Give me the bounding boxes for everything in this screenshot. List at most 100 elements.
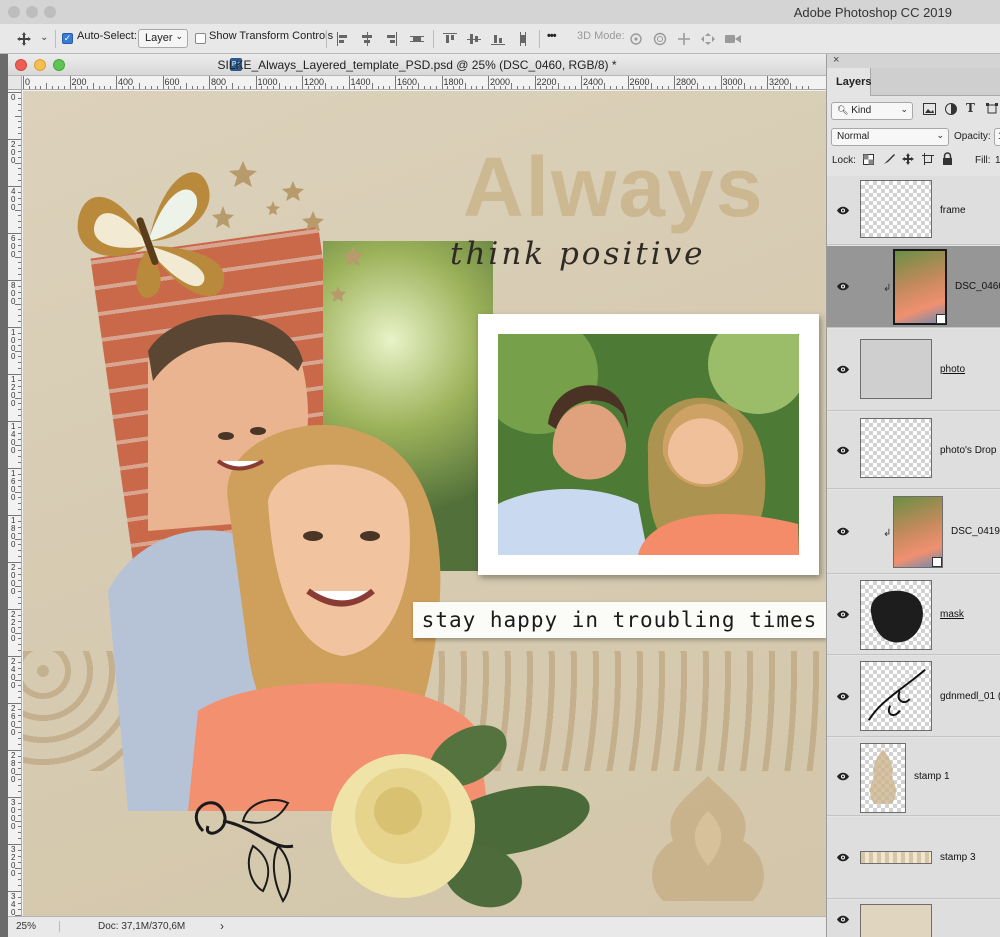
layer-row[interactable]: frame <box>827 176 1000 245</box>
layer-name[interactable]: DSC_0460 <box>955 281 1000 292</box>
layer-filter-kind-dropdown[interactable]: 🔍︎ Kind ⌄ <box>831 102 913 120</box>
layer-thumbnail[interactable] <box>860 339 932 399</box>
visibility-eye-icon[interactable] <box>836 206 850 215</box>
more-options-button[interactable]: ••• <box>547 30 557 42</box>
fill-field[interactable]: 1 <box>995 155 1000 166</box>
ruler-minor-tick <box>18 785 21 787</box>
close-window-button[interactable] <box>8 6 20 18</box>
doc-size-info[interactable]: Doc: 37,1M/370,6M <box>98 921 185 932</box>
visibility-eye-icon[interactable] <box>836 610 850 619</box>
document-tab[interactable]: Ps SILKE_Always_Layered_template_PSD.psd… <box>8 54 826 76</box>
align-right-edges-icon[interactable] <box>384 32 398 46</box>
ruler-minor-tick <box>18 802 21 804</box>
zoom-level[interactable]: 25% <box>16 921 60 932</box>
ruler-origin[interactable] <box>8 76 22 90</box>
visibility-eye-icon[interactable] <box>836 915 850 924</box>
layer-row[interactable]: photo's Drop <box>827 412 1000 489</box>
layer-row[interactable]: ↲ DSC_0419 <box>827 490 1000 574</box>
blend-mode-dropdown[interactable]: Normal ⌄ <box>831 128 949 146</box>
ruler-minor-tick <box>517 86 519 89</box>
visibility-eye-icon[interactable] <box>836 772 850 781</box>
lock-image-pixels-icon[interactable] <box>883 153 895 168</box>
align-vertical-centers-icon[interactable] <box>467 32 481 46</box>
lock-position-icon[interactable] <box>902 153 914 168</box>
layer-name[interactable]: stamp 1 <box>914 771 950 782</box>
ruler-minor-tick <box>18 579 21 581</box>
distribute-icon[interactable] <box>410 32 424 46</box>
status-menu-arrow[interactable]: › <box>220 919 224 933</box>
visibility-eye-icon[interactable] <box>836 692 850 701</box>
caption-strip[interactable]: stay happy in troubling times <box>413 602 826 638</box>
layer-row[interactable]: stamp 1 <box>827 738 1000 816</box>
ruler-minor-tick <box>807 86 809 89</box>
layer-name[interactable]: mask <box>940 609 964 620</box>
layer-row[interactable]: photo <box>827 329 1000 411</box>
auto-select-checkbox[interactable]: ✓ <box>62 33 73 44</box>
layer-thumbnail[interactable] <box>860 661 932 731</box>
pixel-filter-icon[interactable] <box>923 103 936 118</box>
visibility-eye-icon[interactable] <box>836 527 850 536</box>
align-bottom-edges-icon[interactable] <box>491 32 505 46</box>
3d-slide-icon[interactable] <box>700 32 716 51</box>
layer-row[interactable]: mask <box>827 575 1000 655</box>
move-tool-icon[interactable] <box>16 31 32 52</box>
layer-row[interactable]: stamp 3 <box>827 817 1000 899</box>
layer-row[interactable]: gdnmedl_01 (2 <box>827 656 1000 737</box>
align-left-edges-icon[interactable] <box>336 32 350 46</box>
3d-pan-icon[interactable] <box>676 32 692 51</box>
layer-thumbnail[interactable] <box>860 180 932 238</box>
auto-select-target-dropdown[interactable]: Layer ⌄ <box>138 29 188 48</box>
ruler-minor-tick <box>18 203 21 205</box>
adjustment-filter-icon[interactable] <box>945 103 957 118</box>
minimize-window-button[interactable] <box>26 6 38 18</box>
app-title: Adobe Photoshop CC 2019 <box>793 5 952 20</box>
horizontal-ruler[interactable]: 0 200 400 600 800 1000 1200 1400 1600 1800 2000 220… <box>22 76 826 90</box>
tool-preset-chevron-icon[interactable]: ⌄ <box>40 32 48 43</box>
kind-label: Kind <box>851 105 872 116</box>
visibility-eye-icon[interactable] <box>836 365 850 374</box>
layer-name[interactable]: frame <box>940 205 966 216</box>
align-horizontal-centers-icon[interactable] <box>360 32 374 46</box>
ruler-tick-label: 1800 <box>11 516 16 549</box>
distribute-vertical-icon[interactable] <box>516 32 530 46</box>
layer-thumbnail[interactable] <box>860 418 932 478</box>
lock-transparency-icon[interactable] <box>863 154 874 168</box>
layer-thumbnail[interactable] <box>860 580 932 650</box>
layer-name[interactable]: gdnmedl_01 (2 <box>940 691 1000 702</box>
layer-thumbnail[interactable] <box>860 851 932 864</box>
layer-row[interactable]: ↲ DSC_0460 <box>827 246 1000 328</box>
layer-name[interactable]: stamp 3 <box>940 852 976 863</box>
lock-artboard-icon[interactable] <box>922 153 934 168</box>
lock-all-icon[interactable] <box>942 152 953 168</box>
layer-thumbnail[interactable] <box>860 904 932 937</box>
shape-filter-icon[interactable] <box>986 103 998 118</box>
3d-camera-icon[interactable] <box>724 32 742 51</box>
3d-orbit-icon[interactable] <box>628 32 644 51</box>
visibility-eye-icon[interactable] <box>836 853 850 862</box>
show-transform-checkbox[interactable] <box>195 33 206 44</box>
layer-thumbnail[interactable] <box>860 743 906 813</box>
panel-close-icon[interactable]: × <box>833 54 839 66</box>
layer-name[interactable]: photo <box>940 364 965 375</box>
layer-name[interactable]: DSC_0419 <box>951 526 1000 537</box>
framed-photo[interactable] <box>478 314 819 575</box>
document-canvas[interactable]: Always think positive stay happy in trou… <box>23 91 826 916</box>
align-top-edges-icon[interactable] <box>443 32 457 46</box>
ruler-minor-tick <box>156 86 158 89</box>
layer-row[interactable] <box>827 900 1000 937</box>
tab-layers[interactable]: Layers <box>827 68 871 96</box>
ruler-minor-tick <box>18 403 21 405</box>
ruler-tick-label: 1600 <box>397 77 418 87</box>
ruler-minor-tick <box>238 86 240 89</box>
zoom-window-button[interactable] <box>44 6 56 18</box>
visibility-eye-icon[interactable] <box>836 282 850 291</box>
vertical-ruler[interactable]: 0 200 400 600 800 1000 1200 1400 1600 1800 2000 220… <box>8 90 22 916</box>
ruler-tick-mark <box>348 76 350 89</box>
3d-roll-icon[interactable] <box>652 32 668 51</box>
type-filter-icon[interactable]: T <box>966 101 975 115</box>
ruler-minor-tick <box>92 83 94 89</box>
opacity-field[interactable]: 1 <box>994 128 1000 146</box>
visibility-eye-icon[interactable] <box>836 446 850 455</box>
ruler-minor-tick <box>197 86 199 89</box>
layer-name[interactable]: photo's Drop <box>940 445 996 456</box>
